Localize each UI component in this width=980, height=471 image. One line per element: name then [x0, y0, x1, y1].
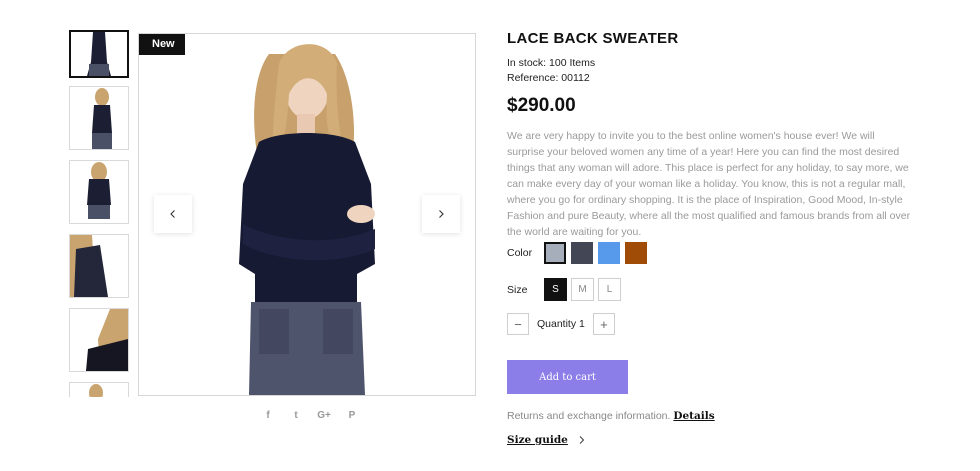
- thumbnail-1[interactable]: [69, 30, 129, 78]
- size-options: S M L: [544, 278, 621, 301]
- size-guide-link[interactable]: Size guide: [507, 434, 586, 446]
- product-description: We are very happy to invite you to the b…: [507, 130, 911, 238]
- twitter-icon[interactable]: t: [282, 410, 310, 421]
- thumbnail-2[interactable]: [69, 86, 129, 150]
- add-to-cart-button[interactable]: Add to cart: [507, 360, 628, 394]
- next-image-button[interactable]: [422, 195, 460, 233]
- details-link[interactable]: Details: [673, 410, 714, 422]
- pinterest-icon[interactable]: P: [338, 410, 366, 421]
- facebook-icon[interactable]: f: [254, 410, 282, 421]
- quantity-stepper: − Quantity 1 +: [507, 313, 615, 335]
- size-label: Size: [507, 284, 528, 296]
- main-product-image: New: [138, 33, 476, 396]
- size-option[interactable]: S: [544, 278, 567, 301]
- color-swatch[interactable]: [571, 242, 593, 264]
- chevron-right-icon: [439, 210, 444, 218]
- product-price: $290.00: [507, 95, 576, 116]
- product-reference: Reference: 00112: [507, 72, 590, 84]
- stock-status: In stock: 100 Items: [507, 57, 596, 69]
- thumbnail-3[interactable]: [69, 160, 129, 224]
- thumbnail-5[interactable]: [69, 308, 129, 372]
- size-option[interactable]: M: [571, 278, 594, 301]
- increase-quantity-button[interactable]: +: [592, 313, 615, 335]
- quantity-value: Quantity 1: [537, 318, 585, 330]
- decrease-quantity-button[interactable]: −: [507, 313, 529, 335]
- previous-image-button[interactable]: [154, 195, 192, 233]
- thumbnail-6[interactable]: [69, 382, 129, 397]
- color-swatch[interactable]: [598, 242, 620, 264]
- product-title: LACE BACK SWEATER: [507, 30, 679, 47]
- size-option[interactable]: L: [598, 278, 621, 301]
- new-badge: New: [139, 34, 185, 55]
- thumbnail-4[interactable]: [69, 234, 129, 298]
- color-swatch[interactable]: [625, 242, 647, 264]
- color-swatch[interactable]: [544, 242, 566, 264]
- size-guide-label: Size guide: [507, 434, 568, 446]
- returns-text: Returns and exchange information.: [507, 410, 671, 422]
- color-swatches: [544, 242, 647, 264]
- thumbnail-strip: [69, 30, 129, 397]
- returns-info: Returns and exchange information. Detail…: [507, 410, 715, 422]
- product-meta: In stock: 100 Items Reference: 00112: [507, 56, 595, 86]
- color-label: Color: [507, 247, 533, 259]
- social-share: f t G+ P: [254, 410, 366, 421]
- chevron-left-icon: [170, 210, 175, 218]
- google-plus-icon[interactable]: G+: [310, 410, 338, 421]
- chevron-right-icon: [579, 436, 585, 444]
